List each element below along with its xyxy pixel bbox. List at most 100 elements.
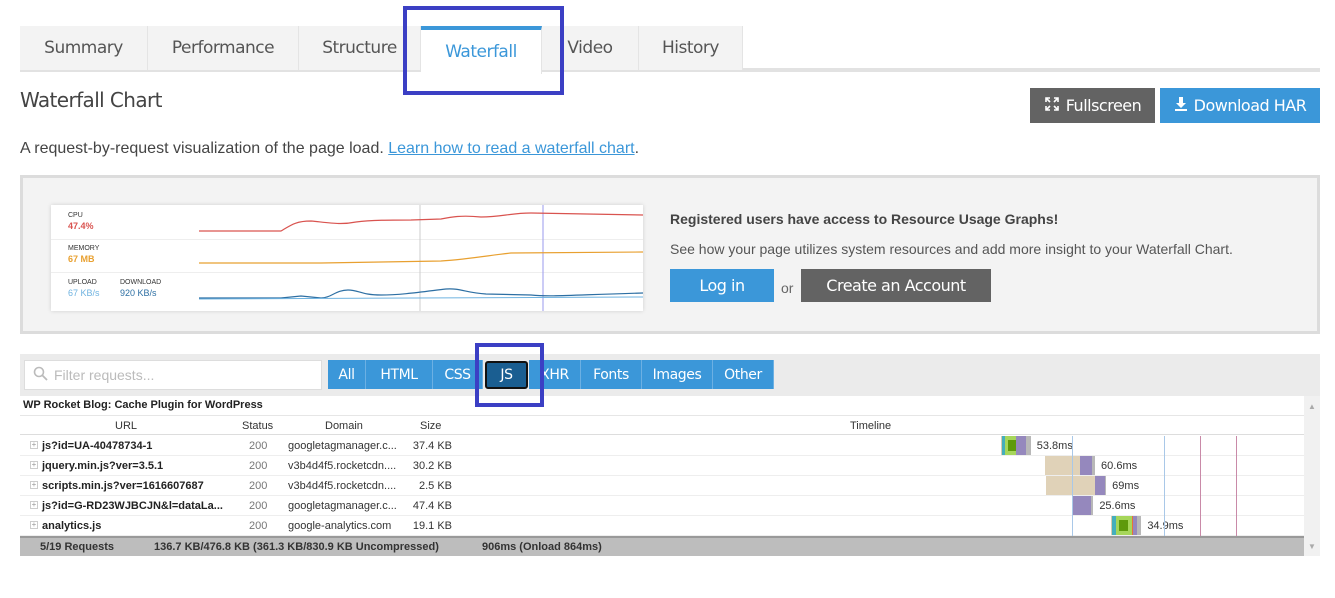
tab-waterfall[interactable]: Waterfall xyxy=(421,26,542,74)
scroll-up-icon[interactable]: ▲ xyxy=(1308,402,1316,411)
request-url[interactable]: js?id=UA-40478734-1 xyxy=(42,440,152,452)
table-header: URL Status Domain Size Timeline xyxy=(20,415,1304,435)
timeline-bar-segment[interactable] xyxy=(1046,476,1096,495)
request-duration: 25.6ms xyxy=(1099,500,1136,512)
waterfall-summary-footer: 5/19 Requests 136.7 KB/476.8 KB (361.3 K… xyxy=(20,536,1304,556)
total-time: 906ms (Onload 864ms) xyxy=(482,541,602,553)
fullscreen-label: Fullscreen xyxy=(1065,96,1142,115)
filter-requests-input[interactable]: Filter requests... xyxy=(24,360,322,390)
table-row[interactable]: + scripts.min.js?ver=1616607687 200 v3b4d4f… xyxy=(20,476,1304,496)
table-row[interactable]: + js?id=G-RD23WJBCJN&l=dataLa... 200 google… xyxy=(20,496,1304,516)
request-status: 200 xyxy=(249,500,268,512)
filter-images-button[interactable]: Images xyxy=(642,360,713,389)
tab-structure[interactable]: Structure xyxy=(299,26,421,70)
timeline-bar-segment[interactable] xyxy=(1095,476,1106,495)
description-text: A request-by-request visualization of th… xyxy=(20,140,384,157)
tab-summary[interactable]: Summary xyxy=(20,26,148,70)
filter-all-button[interactable]: All xyxy=(328,360,366,389)
column-header-size[interactable]: Size xyxy=(420,420,441,432)
or-text: or xyxy=(781,280,794,296)
download-icon xyxy=(1174,96,1188,116)
expand-icon xyxy=(1044,96,1060,116)
cpu-line xyxy=(199,212,643,232)
request-domain: googletagmanager.c... xyxy=(288,500,397,512)
timeline-bar-segment[interactable] xyxy=(1026,436,1031,455)
resource-lines xyxy=(198,205,643,311)
request-url[interactable]: js?id=G-RD23WJBCJN&l=dataLa... xyxy=(42,500,223,512)
expand-row-icon[interactable]: + xyxy=(30,501,38,509)
expand-row-icon[interactable]: + xyxy=(30,481,38,489)
filter-html-button[interactable]: HTML xyxy=(366,360,433,389)
request-url[interactable]: analytics.js xyxy=(42,520,101,532)
timeline-bar-segment[interactable] xyxy=(1092,456,1096,475)
request-domain: googletagmanager.c... xyxy=(288,440,397,452)
timeline-bar-segment[interactable] xyxy=(1137,516,1142,535)
request-status: 200 xyxy=(249,480,268,492)
request-url[interactable]: jquery.min.js?ver=3.5.1 xyxy=(42,460,163,472)
description-end: . xyxy=(634,140,640,157)
request-size: 30.2 KB xyxy=(412,460,452,472)
table-row[interactable]: + jquery.min.js?ver=3.5.1 200 v3b4d4f5.rock… xyxy=(20,456,1304,476)
timeline-bar-segment[interactable] xyxy=(1080,456,1093,475)
filter-placeholder: Filter requests... xyxy=(54,367,155,383)
request-size: 2.5 KB xyxy=(418,480,452,492)
filter-other-button[interactable]: Other xyxy=(713,360,774,389)
table-row[interactable]: + analytics.js 200 google-analytics.com 19.1… xyxy=(20,516,1304,536)
request-status: 200 xyxy=(249,440,268,452)
resource-usage-graph-preview: CPU 47.4% MEMORY 67 MB UPLOAD 67 KB/s DO… xyxy=(51,205,643,311)
column-header-status[interactable]: Status xyxy=(242,420,273,432)
login-button[interactable]: Log in xyxy=(670,269,774,302)
request-size: 37.4 KB xyxy=(412,440,452,452)
request-size: 19.1 KB xyxy=(412,520,452,532)
request-domain: v3b4d4f5.rocketcdn.... xyxy=(288,480,397,492)
fullscreen-button[interactable]: Fullscreen xyxy=(1030,88,1155,123)
request-duration: 34.9ms xyxy=(1147,520,1184,532)
timeline-bar-segment[interactable] xyxy=(1090,496,1094,515)
filter-css-button[interactable]: CSS xyxy=(433,360,483,389)
tab-performance[interactable]: Performance xyxy=(148,26,299,70)
timeline-marker-line xyxy=(1163,436,1165,536)
memory-line xyxy=(199,251,643,264)
filter-js-button[interactable]: JS xyxy=(485,361,528,389)
request-domain: google-analytics.com xyxy=(288,520,392,532)
tab-bar: Summary Performance Structure Waterfall … xyxy=(20,26,1320,74)
request-size: 47.4 KB xyxy=(412,500,452,512)
request-duration: 53.8ms xyxy=(1036,440,1073,452)
filter-xhr-button[interactable]: XHR xyxy=(529,360,581,389)
request-url[interactable]: scripts.min.js?ver=1616607687 xyxy=(42,480,204,492)
column-header-timeline[interactable]: Timeline xyxy=(850,420,891,432)
resource-usage-promo: CPU 47.4% MEMORY 67 MB UPLOAD 67 KB/s DO… xyxy=(20,175,1320,334)
request-count: 5/19 Requests xyxy=(40,541,114,553)
download-har-button[interactable]: Download HAR xyxy=(1160,88,1320,123)
timeline-bar-content xyxy=(1119,520,1129,531)
timeline-bar-content xyxy=(1008,440,1017,451)
expand-row-icon[interactable]: + xyxy=(30,441,38,449)
tab-video[interactable]: Video xyxy=(542,26,639,70)
promo-text: See how your page utilizes system resour… xyxy=(670,241,1233,257)
filter-fonts-button[interactable]: Fonts xyxy=(581,360,642,389)
timeline-bar-segment[interactable] xyxy=(1045,456,1080,475)
filter-bar: Filter requests... All HTML CSS JS XHR F… xyxy=(20,354,1320,396)
learn-waterfall-link[interactable]: Learn how to read a waterfall chart xyxy=(388,140,634,157)
timeline-bar-segment[interactable] xyxy=(1072,496,1091,515)
create-account-button[interactable]: Create an Account xyxy=(801,269,991,302)
table-scrollbar[interactable]: ▲ ▼ xyxy=(1304,396,1320,556)
expand-row-icon[interactable]: + xyxy=(30,521,38,529)
total-size: 136.7 KB/476.8 KB (361.3 KB/830.9 KB Unc… xyxy=(154,541,439,553)
expand-row-icon[interactable]: + xyxy=(30,461,38,469)
table-row[interactable]: + js?id=UA-40478734-1 200 googletagmanager.… xyxy=(20,436,1304,456)
scroll-down-icon[interactable]: ▼ xyxy=(1308,542,1316,551)
timeline-marker-line xyxy=(1236,436,1238,536)
column-header-domain[interactable]: Domain xyxy=(325,420,363,432)
page-title: Waterfall Chart xyxy=(20,88,162,112)
waterfall-page-title: WP Rocket Blog: Cache Plugin for WordPre… xyxy=(23,399,263,411)
timeline-bar-segment[interactable] xyxy=(1105,476,1107,495)
request-duration: 60.6ms xyxy=(1101,460,1138,472)
request-status: 200 xyxy=(249,520,268,532)
column-header-url[interactable]: URL xyxy=(115,420,137,432)
page-description: A request-by-request visualization of th… xyxy=(20,140,639,158)
tab-history[interactable]: History xyxy=(639,26,743,70)
timeline-bar-segment[interactable] xyxy=(1016,436,1027,455)
request-status: 200 xyxy=(249,460,268,472)
promo-title: Registered users have access to Resource… xyxy=(670,211,1059,227)
